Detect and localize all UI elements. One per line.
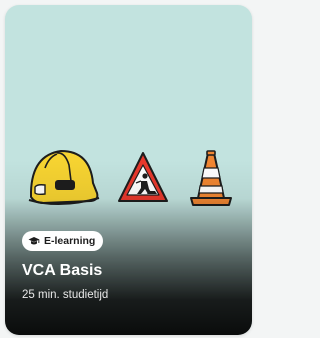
graduation-cap-icon	[28, 235, 40, 247]
course-type-badge: E-learning	[22, 231, 104, 251]
badge-label: E-learning	[44, 234, 96, 247]
course-card[interactable]: E-learning VCA Basis 25 min. studietijd	[5, 5, 252, 335]
course-title: VCA Basis	[22, 262, 103, 279]
course-duration: 25 min. studietijd	[22, 289, 109, 301]
